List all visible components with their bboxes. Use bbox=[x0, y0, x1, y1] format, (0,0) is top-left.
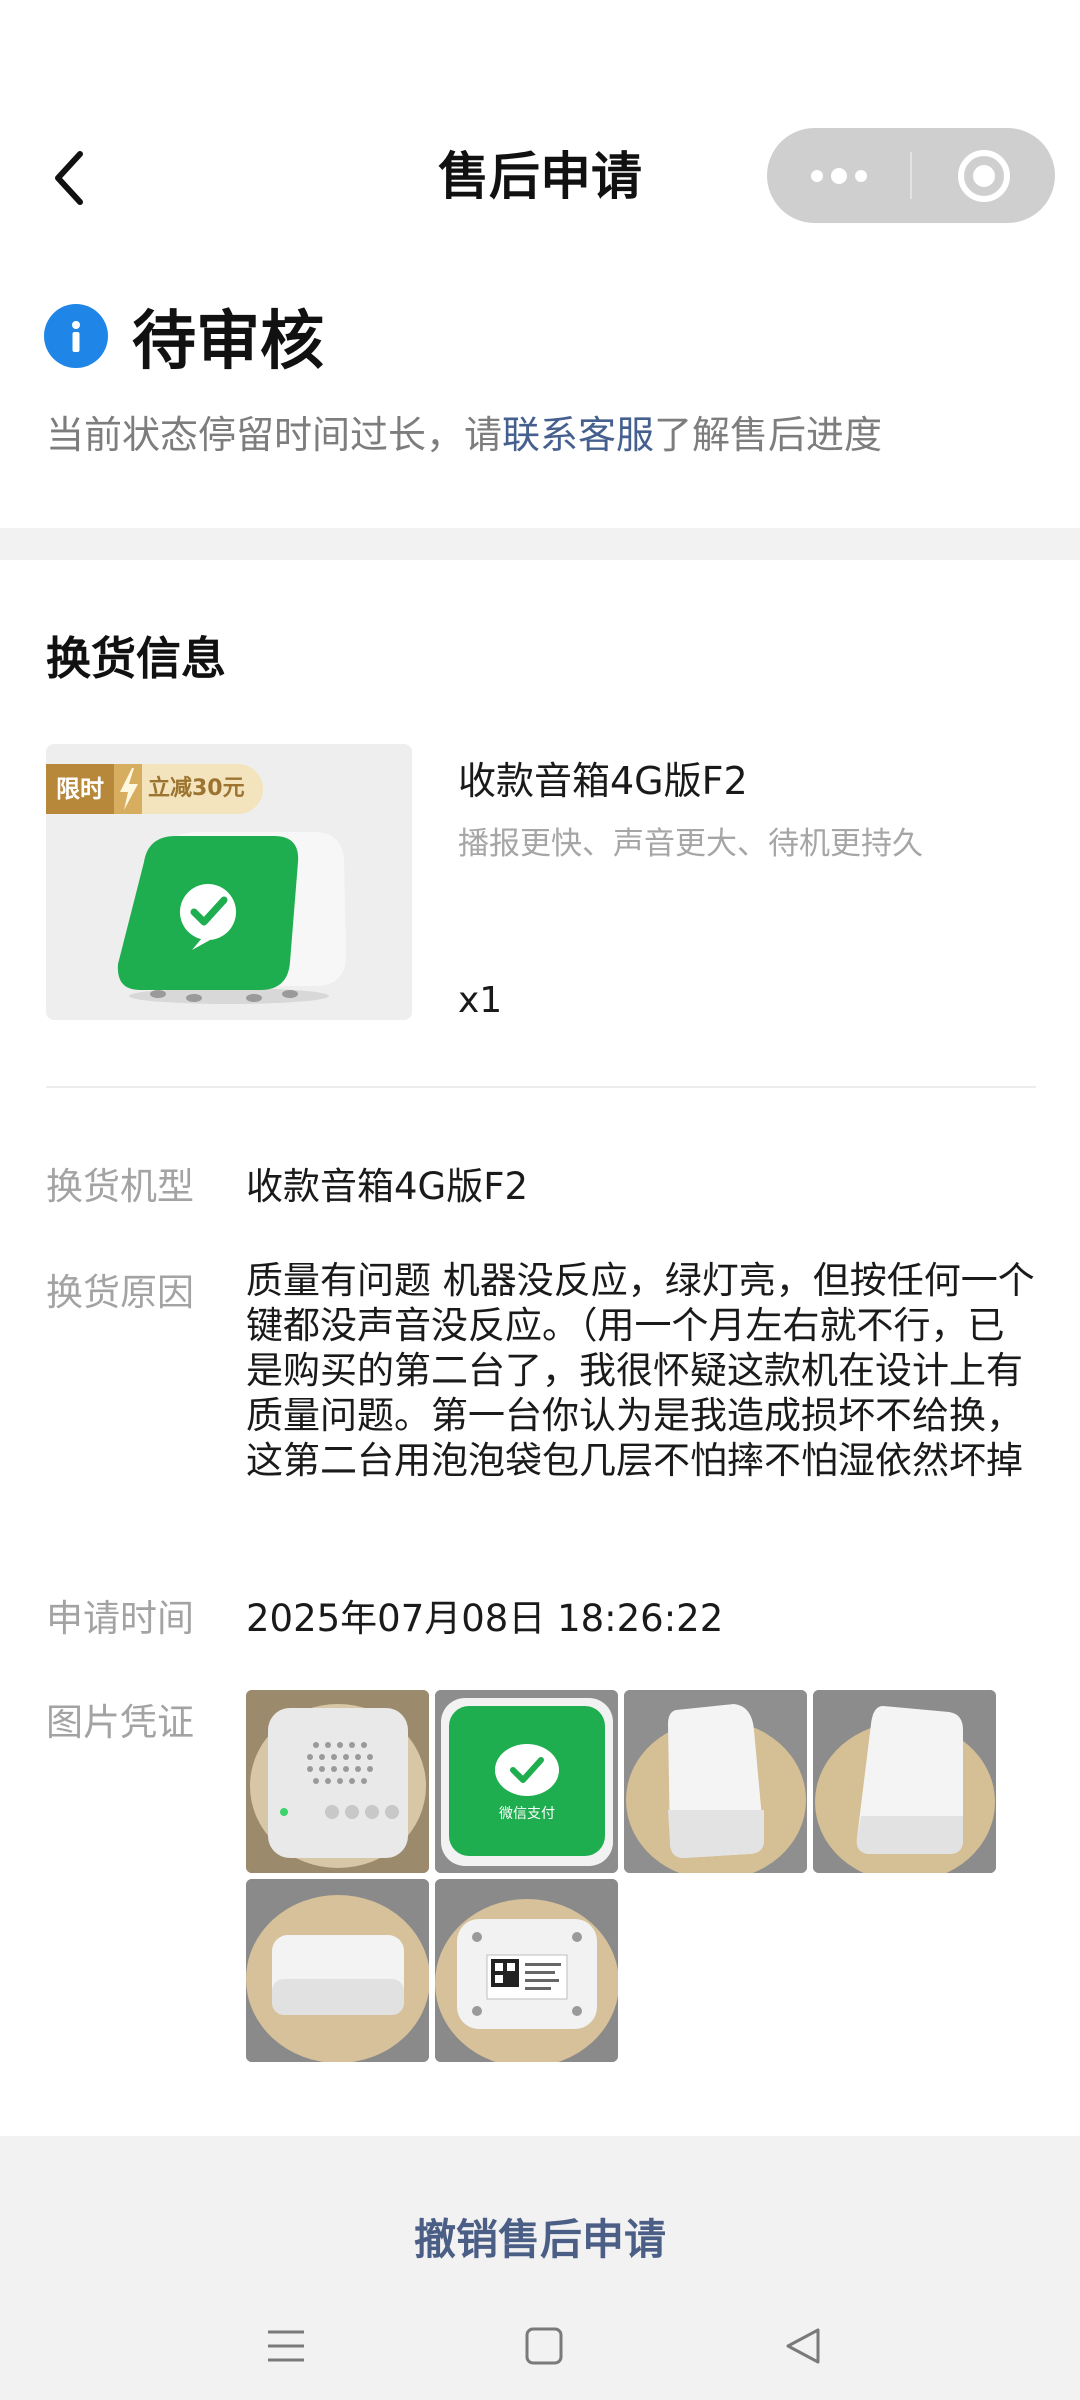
model-value: 收款音箱4G版F2 bbox=[246, 1165, 529, 1208]
product-quantity: x1 bbox=[458, 980, 503, 1021]
system-navigation-bar bbox=[0, 2306, 1080, 2386]
product-subtitle: 播报更快、声音更大、待机更持久 bbox=[458, 826, 923, 862]
more-button[interactable] bbox=[767, 128, 910, 223]
promo-label: 限时 bbox=[46, 764, 114, 814]
photo-evidence-label: 图片凭证 bbox=[46, 1701, 194, 1744]
apply-time-label: 申请时间 bbox=[46, 1597, 194, 1640]
status-title: 待审核 bbox=[132, 305, 324, 379]
more-dots-icon bbox=[810, 167, 867, 184]
status-desc-suffix: 了解售后进度 bbox=[654, 413, 883, 457]
status-section: 待审核 当前状态停留时间过长，请联系客服了解售后进度 bbox=[0, 296, 1080, 528]
contact-service-link[interactable]: 联系客服 bbox=[502, 413, 654, 457]
bottom-bar: 撤销售后申请 bbox=[0, 2136, 1080, 2400]
promo-tag: 限时 立减30元 bbox=[46, 764, 263, 814]
payment-speaker-icon bbox=[117, 832, 346, 1004]
mini-program-capsule bbox=[767, 128, 1055, 223]
exchange-info-heading: 换货信息 bbox=[46, 632, 227, 685]
device-label-photo[interactable] bbox=[435, 1879, 618, 2062]
product-name: 收款音箱4G版F2 bbox=[458, 759, 748, 803]
speaker-top-photo[interactable] bbox=[246, 1690, 429, 1873]
device-bottom-photo[interactable] bbox=[246, 1879, 429, 2062]
system-back-button[interactable] bbox=[762, 2306, 842, 2386]
wechat-pay-photo-text: 微信支付 bbox=[499, 1806, 555, 1822]
menu-button[interactable] bbox=[246, 2306, 326, 2386]
model-label: 换货机型 bbox=[46, 1165, 194, 1208]
reason-label: 换货原因 bbox=[46, 1271, 194, 1314]
target-close-icon bbox=[957, 149, 1010, 202]
home-square-icon bbox=[525, 2327, 563, 2365]
menu-icon bbox=[268, 2330, 304, 2362]
status-desc-prefix: 当前状态停留时间过长，请 bbox=[46, 413, 503, 457]
lightning-icon bbox=[114, 764, 142, 814]
apply-time-value: 2025年07月08日 18:26:22 bbox=[246, 1597, 724, 1640]
info-icon bbox=[44, 304, 108, 368]
product-thumbnail: 限时 立减30元 bbox=[46, 744, 412, 1020]
section-divider bbox=[0, 528, 1080, 560]
navigation-bar: 售后申请 bbox=[0, 120, 1080, 236]
status-description: 当前状态停留时间过长，请联系客服了解售后进度 bbox=[46, 404, 882, 459]
device-side-photo-2[interactable] bbox=[813, 1690, 996, 1873]
status-row: 待审核 bbox=[44, 296, 324, 379]
close-mini-program-button[interactable] bbox=[912, 128, 1055, 223]
wechat-pay-logo-photo[interactable]: 微信支付 bbox=[435, 1690, 618, 1873]
divider-line bbox=[46, 1086, 1036, 1088]
home-button[interactable] bbox=[504, 2306, 584, 2386]
promo-discount-text: 立减30元 bbox=[142, 764, 263, 814]
device-side-photo[interactable] bbox=[624, 1690, 807, 1873]
cancel-request-button[interactable]: 撤销售后申请 bbox=[0, 2206, 1080, 2267]
product-card[interactable]: 限时 立减30元 收款音箱4G版F2 播报更快、声音更大、待机更持久 x1 bbox=[46, 744, 1036, 1021]
back-triangle-icon bbox=[786, 2328, 820, 2364]
reason-value: 质量有问题 机器没反应，绿灯亮，但按任何一个键都没声音没反应。（用一个月左右就不… bbox=[246, 1259, 1035, 1482]
